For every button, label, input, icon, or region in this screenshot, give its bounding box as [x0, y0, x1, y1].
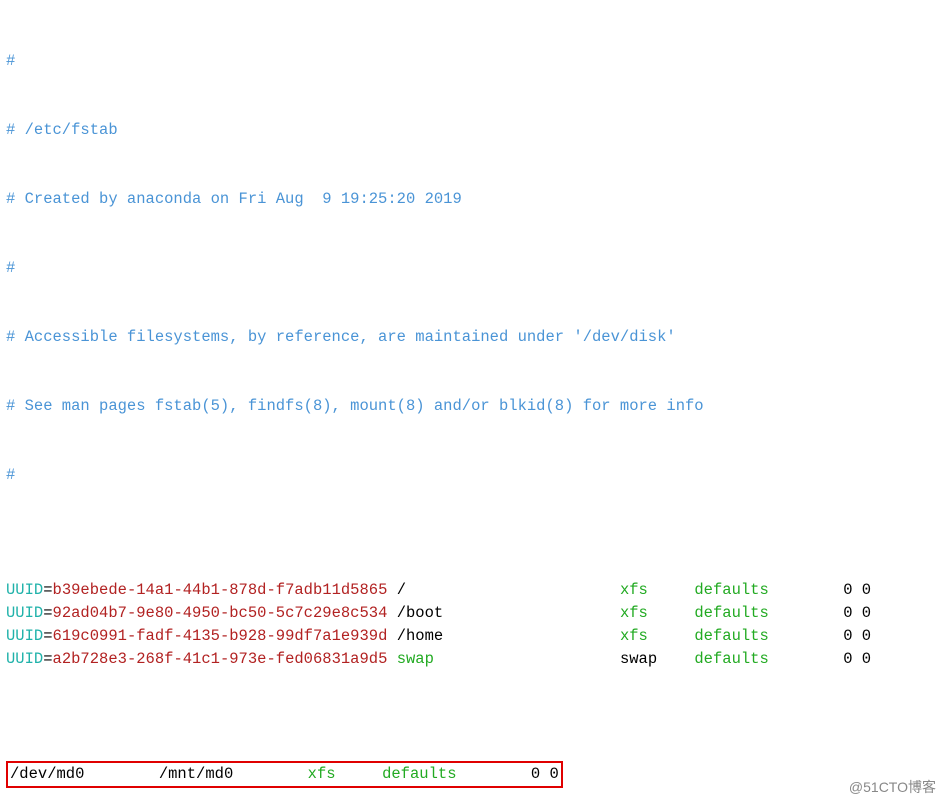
fstab-row: UUID=92ad04b7-9e80-4950-bc50-5c7c29e8c53… — [6, 602, 942, 625]
comment-line: # See man pages fstab(5), findfs(8), mou… — [6, 397, 704, 415]
comment-line: # Accessible filesystems, by reference, … — [6, 328, 676, 346]
new-fstab-entry: /dev/md0 /mnt/md0 xfs defaults 0 0 — [6, 761, 563, 788]
fstab-row: UUID=b39ebede-14a1-44b1-878d-f7adb11d586… — [6, 579, 942, 602]
comment-line: # — [6, 466, 15, 484]
comment-line: # — [6, 259, 15, 277]
comment-line: # Created by anaconda on Fri Aug 9 19:25… — [6, 190, 462, 208]
fstab-row: UUID=619c0991-fadf-4135-b928-99df7a1e939… — [6, 625, 942, 648]
comment-line: # /etc/fstab — [6, 121, 118, 139]
fstab-row: UUID=a2b728e3-268f-41c1-973e-fed06831a9d… — [6, 648, 942, 671]
vim-editor[interactable]: # # /etc/fstab # Created by anaconda on … — [0, 0, 948, 809]
comment-line: # — [6, 52, 15, 70]
watermark: @51CTO博客 — [849, 776, 936, 799]
fstab-entries: UUID=b39ebede-14a1-44b1-878d-f7adb11d586… — [6, 579, 942, 671]
